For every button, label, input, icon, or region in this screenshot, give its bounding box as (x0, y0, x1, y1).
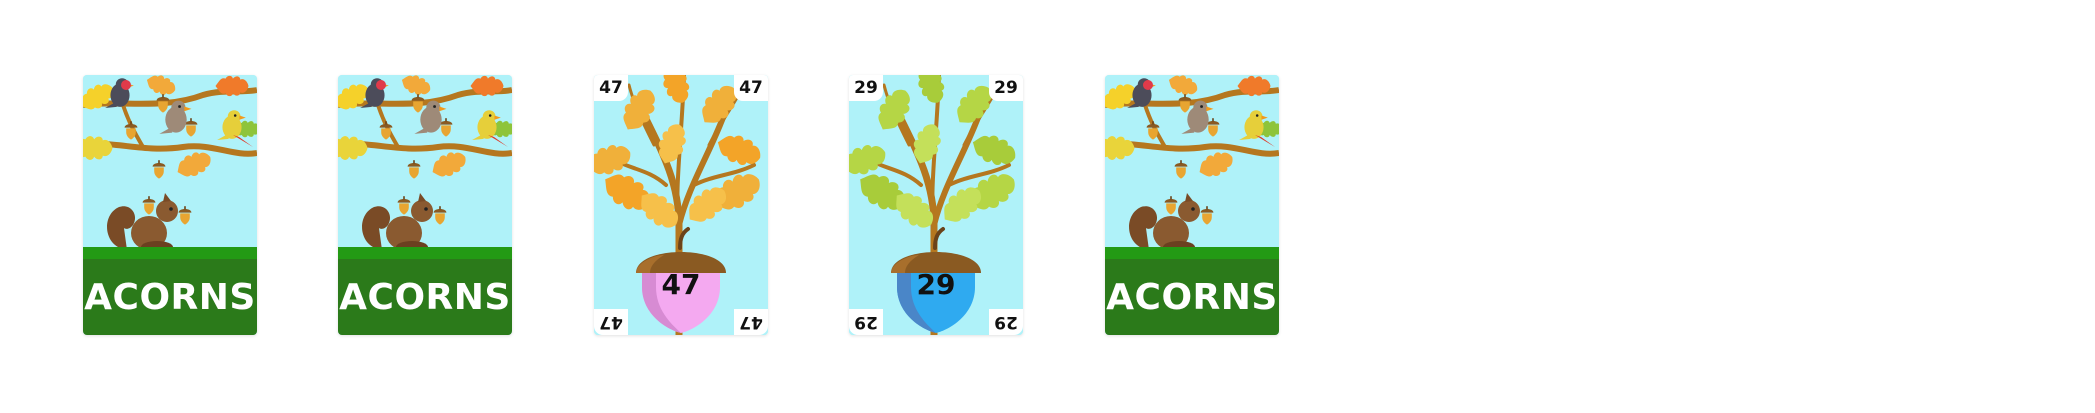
card-title: ACORNS (83, 247, 257, 335)
corner-value-bottom-right: 47 (734, 309, 768, 335)
card-value-47[interactable]: 47 47 47 47 47 (594, 75, 768, 335)
corner-value-top-left: 29 (849, 75, 883, 101)
corner-value-top-left: 47 (594, 75, 628, 101)
card-title: ACORNS (1105, 247, 1279, 335)
card-title: ACORNS (338, 247, 512, 335)
corner-value-top-right: 47 (734, 75, 768, 101)
card-back-1[interactable]: ACORNS (83, 75, 257, 335)
corner-value-bottom-left: 47 (594, 309, 628, 335)
card-value-label: 29 (916, 268, 956, 301)
corner-value-bottom-left: 29 (849, 309, 883, 335)
corner-value-top-right: 29 (989, 75, 1023, 101)
card-value-label: 47 (661, 268, 701, 301)
card-back-3[interactable]: ACORNS (1105, 75, 1279, 335)
corner-value-bottom-right: 29 (989, 309, 1023, 335)
card-value-29[interactable]: 29 29 29 29 29 (849, 75, 1023, 335)
card-back-2[interactable]: ACORNS (338, 75, 512, 335)
